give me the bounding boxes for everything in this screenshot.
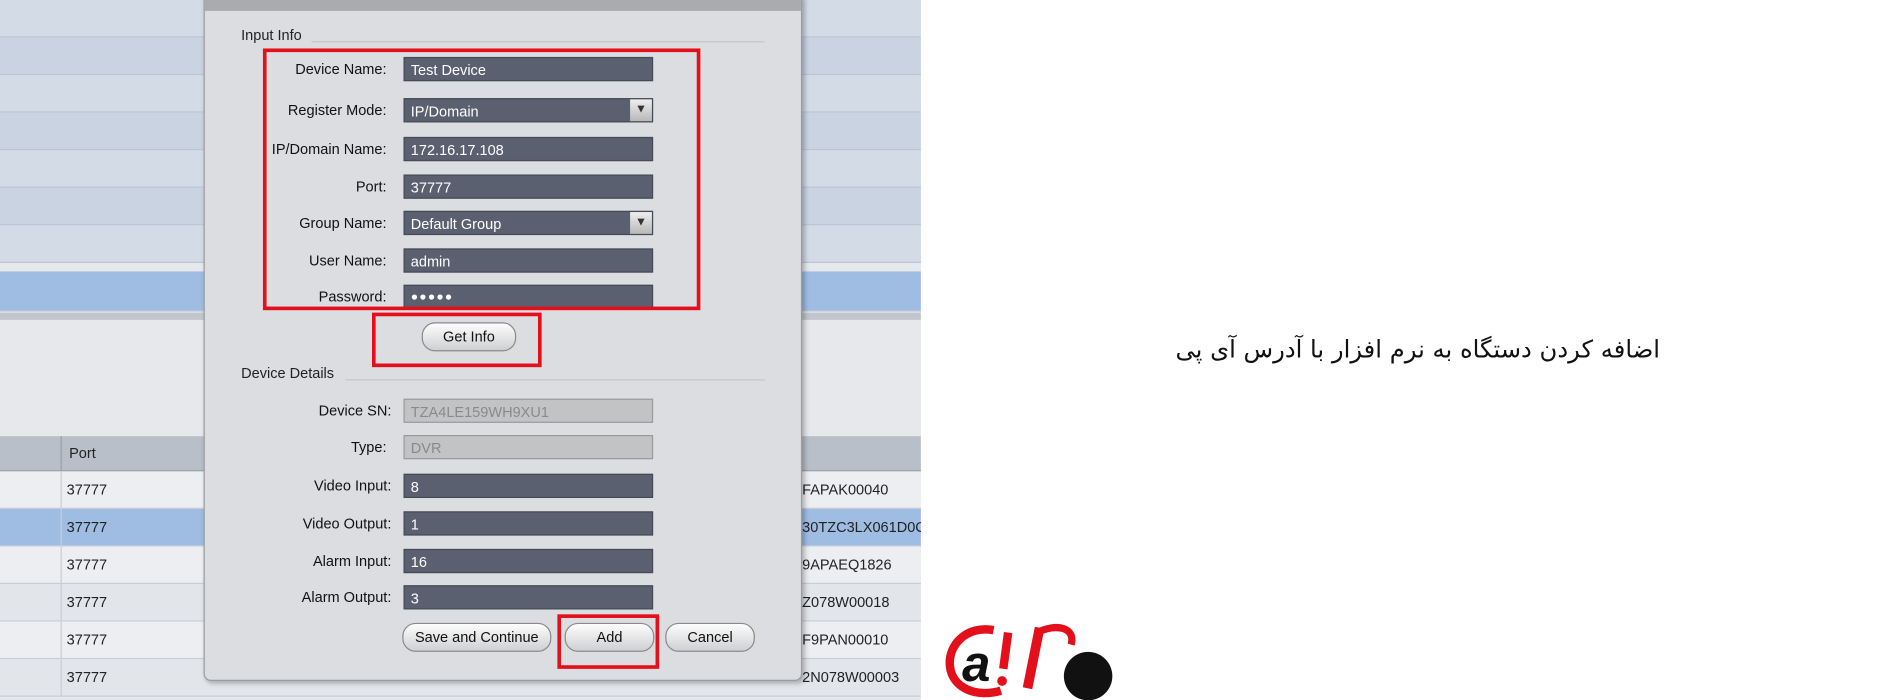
port-cell: 37777	[66, 556, 108, 574]
logo: a	[945, 623, 1113, 700]
video-input-field[interactable]: 8	[403, 473, 654, 499]
device-sn-field: TZA4LE159WH9XU1	[403, 398, 654, 423]
alarm-input-label: Alarm Input:	[312, 552, 392, 570]
highlight-box-add	[557, 614, 660, 669]
serial-cell: 30TZC3LX061D0C	[802, 518, 921, 536]
highlight-box-get-info	[371, 312, 542, 368]
video-input-label: Video Input:	[314, 477, 392, 495]
device-sn-label: Device SN:	[318, 402, 392, 420]
serial-cell: 9APAEQ1826	[802, 556, 892, 574]
alarm-output-field[interactable]: 3	[403, 585, 654, 610]
port-cell: 37777	[66, 631, 108, 649]
column-header-port[interactable]: Port	[69, 445, 96, 462]
svg-text:a: a	[962, 635, 990, 692]
cancel-button[interactable]: Cancel	[665, 622, 755, 652]
port-cell: 37777	[66, 668, 108, 686]
serial-cell: FAPAK00040	[802, 481, 889, 499]
serial-cell: F9PAN00010	[802, 631, 889, 649]
port-cell: 37777	[66, 593, 108, 611]
caption-text: اضافه کردن دستگاه به نرم افزار با آدرس آ…	[1175, 334, 1661, 364]
serial-cell: Z078W00018	[802, 593, 890, 611]
type-field: DVR	[403, 435, 654, 460]
port-cell: 37777	[66, 481, 108, 499]
video-output-label: Video Output:	[302, 514, 392, 532]
dialog-titlebar[interactable]	[204, 0, 801, 11]
type-label: Type:	[350, 438, 387, 456]
device-details-heading: Device Details	[241, 364, 335, 382]
alarm-output-label: Alarm Output:	[301, 588, 392, 606]
video-output-field[interactable]: 1	[403, 511, 654, 536]
port-cell: 37777	[66, 518, 108, 536]
separator	[345, 379, 765, 381]
save-and-continue-button[interactable]: Save and Continue	[402, 622, 552, 652]
input-info-heading: Input Info	[241, 26, 302, 44]
serial-cell: 2N078W00003	[802, 668, 900, 686]
separator	[311, 41, 765, 43]
highlight-box-input-info	[262, 48, 701, 311]
alarm-input-field[interactable]: 16	[403, 548, 654, 574]
